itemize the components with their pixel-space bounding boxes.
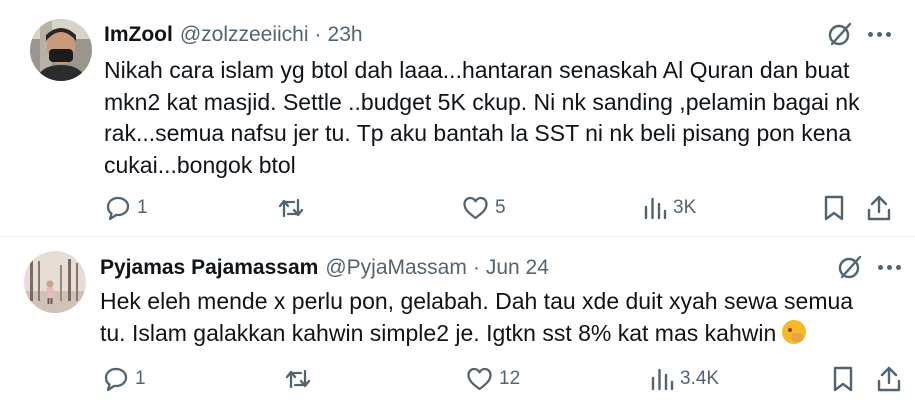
more-icon[interactable] xyxy=(868,20,891,48)
share-icon xyxy=(877,366,901,392)
tweet-header: Pyjamas Pajamassam @PyjaMassam · Jun 24 xyxy=(100,253,549,283)
separator: · xyxy=(314,23,322,46)
views-icon xyxy=(644,197,667,220)
grok-icon[interactable] xyxy=(836,253,864,281)
reply-icon xyxy=(104,367,128,392)
avatar-image xyxy=(30,19,92,81)
timestamp[interactable]: 23h xyxy=(328,23,363,47)
face-with-hand-over-mouth-emoji xyxy=(782,319,807,344)
share-icon xyxy=(867,195,891,221)
bookmark-icon xyxy=(833,366,853,392)
bookmark-icon xyxy=(824,195,844,221)
display-name[interactable]: ImZool xyxy=(104,23,173,47)
views-button[interactable]: 3K xyxy=(643,193,696,223)
repost-icon xyxy=(278,198,304,218)
tweet-text: Hek eleh mende x perlu pon, gelabah. Dah… xyxy=(100,286,890,349)
share-button[interactable] xyxy=(876,364,902,394)
display-name[interactable]: Pyjamas Pajamassam xyxy=(100,256,318,280)
tweet[interactable]: Pyjamas Pajamassam @PyjaMassam · Jun 24 … xyxy=(0,236,915,403)
grok-icon[interactable] xyxy=(826,20,854,48)
tweet[interactable]: ImZool @zolzzeeiichi · 23h Nikah cara is… xyxy=(0,0,915,237)
reply-button[interactable]: 1 xyxy=(103,364,146,394)
timestamp[interactable]: Jun 24 xyxy=(486,256,549,280)
repost-button[interactable] xyxy=(277,193,311,223)
views-count: 3K xyxy=(673,197,697,218)
user-handle[interactable]: @zolzzeeiichi xyxy=(180,23,309,47)
like-icon xyxy=(463,196,488,220)
like-button[interactable]: 5 xyxy=(462,193,506,223)
repost-button[interactable] xyxy=(284,364,318,394)
top-actions xyxy=(826,20,891,48)
like-icon xyxy=(467,367,492,391)
like-count: 5 xyxy=(495,197,506,218)
like-count: 12 xyxy=(499,368,521,389)
more-icon[interactable] xyxy=(878,253,901,281)
avatar-image xyxy=(24,251,86,313)
reply-count: 1 xyxy=(135,368,146,389)
tweet-text: Nikah cara islam yg btol dah laaa...hant… xyxy=(104,57,860,178)
reply-icon xyxy=(106,196,130,221)
avatar[interactable] xyxy=(30,19,92,81)
bookmark-button[interactable] xyxy=(822,193,846,223)
views-icon xyxy=(651,368,674,391)
bookmark-button[interactable] xyxy=(831,364,855,394)
avatar[interactable] xyxy=(24,251,86,313)
tweet-text-content: Hek eleh mende x perlu pon, gelabah. Dah… xyxy=(100,288,854,346)
reply-count: 1 xyxy=(137,197,148,218)
tweet-header: ImZool @zolzzeeiichi · 23h xyxy=(104,20,363,50)
separator: · xyxy=(472,256,480,279)
repost-icon xyxy=(285,369,311,389)
user-handle[interactable]: @PyjaMassam xyxy=(325,256,467,280)
reply-button[interactable]: 1 xyxy=(105,193,148,223)
views-button[interactable]: 3.4K xyxy=(650,364,719,394)
share-button[interactable] xyxy=(866,193,892,223)
views-count: 3.4K xyxy=(680,368,720,389)
top-actions xyxy=(836,253,901,281)
like-button[interactable]: 12 xyxy=(466,364,520,394)
